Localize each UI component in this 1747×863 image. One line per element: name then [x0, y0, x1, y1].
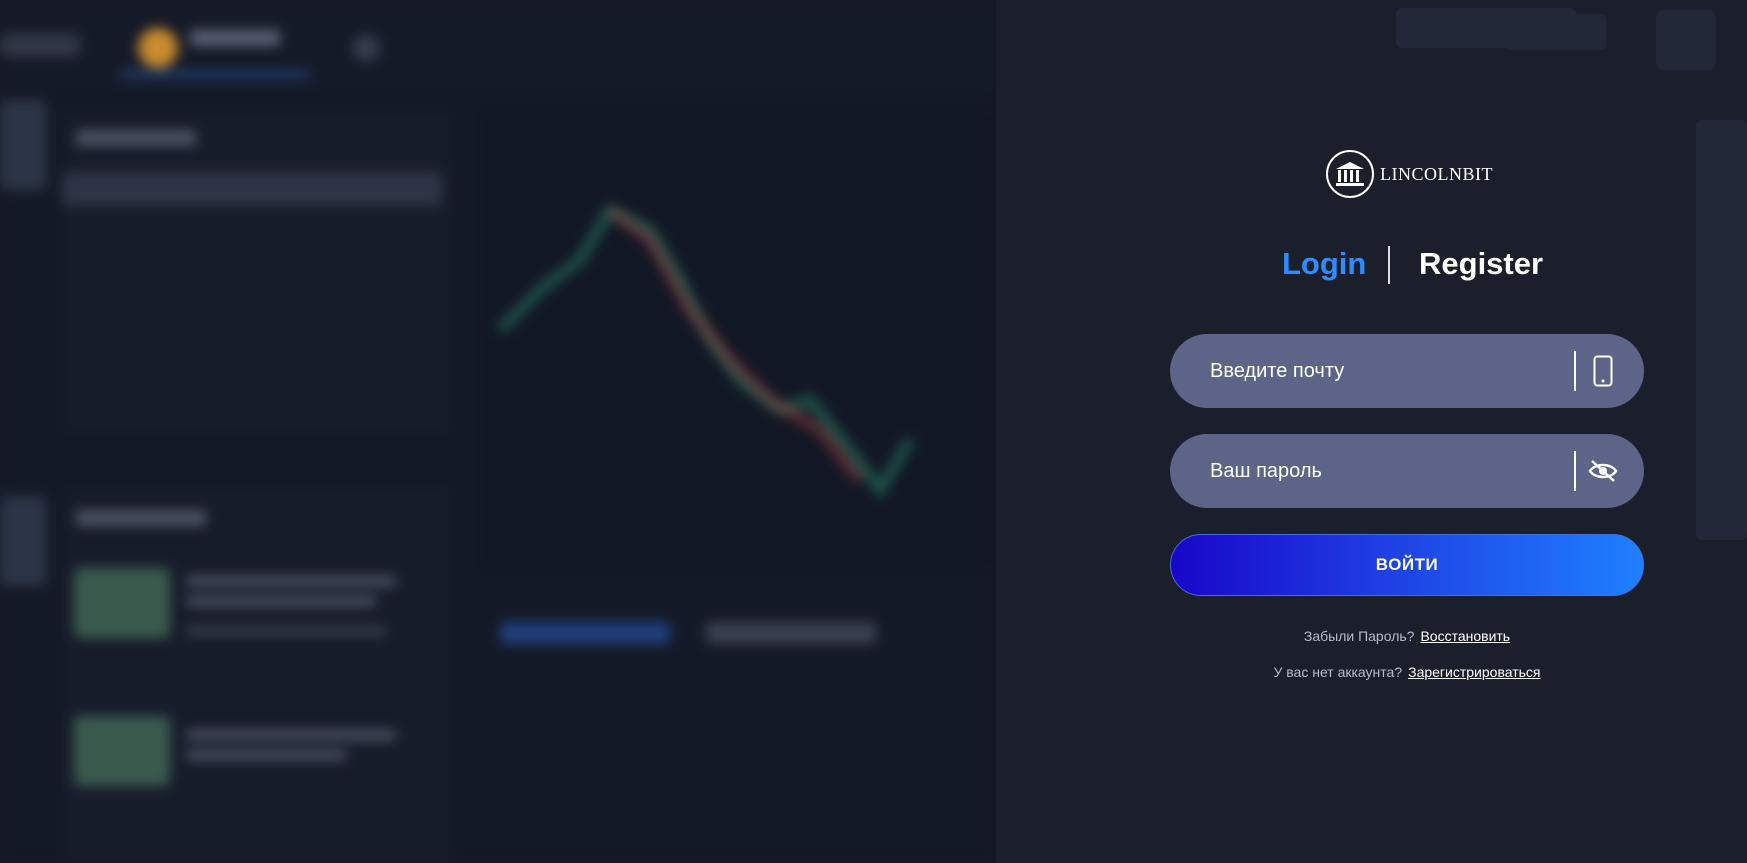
logo-text: LINCOLNBIT	[1380, 163, 1493, 184]
logo: LINCOLNBIT	[1326, 150, 1493, 198]
background-panel-title	[76, 510, 206, 526]
background-ghost-avatar	[1656, 10, 1716, 70]
background-chart	[480, 110, 1000, 570]
background-news-line	[186, 750, 346, 760]
tab-login[interactable]: Login	[1282, 246, 1366, 282]
phone-icon[interactable]	[1588, 355, 1618, 387]
background-home-link	[0, 34, 80, 56]
background-panel-news	[62, 490, 452, 863]
password-input[interactable]	[1170, 434, 1574, 508]
background-news-line	[186, 730, 396, 740]
background-news-image	[74, 568, 170, 638]
background-gear-icon	[352, 34, 380, 62]
background-tab	[706, 622, 876, 644]
email-field	[1170, 334, 1644, 408]
background-sidebar-block	[0, 100, 46, 190]
background-ghost-panel	[1696, 120, 1747, 540]
background-sidebar-block	[0, 496, 46, 586]
background-panel-market	[62, 110, 452, 430]
login-form: LINCOLNBIT Login Register Введите почту …	[1170, 0, 1644, 863]
background-panel-title	[76, 130, 196, 146]
background-news-line	[186, 626, 386, 636]
email-input[interactable]	[1170, 334, 1574, 408]
register-link[interactable]: Зарегистрироваться	[1408, 664, 1540, 680]
background-news-line	[186, 596, 376, 606]
background-search	[62, 172, 442, 206]
tab-separator	[1388, 246, 1390, 284]
field-divider	[1574, 351, 1576, 391]
background-coin-icon	[138, 28, 178, 68]
background-coin-underline	[120, 72, 310, 76]
background-news-line	[186, 576, 396, 586]
bank-building-icon	[1326, 150, 1374, 198]
no-account-text: У вас нет аккаунта?	[1273, 664, 1403, 680]
background-candles	[496, 203, 915, 499]
auth-tabs: Login Register	[1170, 246, 1644, 286]
background-news-image	[74, 716, 170, 786]
login-screen: LINCOLNBIT Login Register Введите почту …	[0, 0, 1747, 863]
blurred-trading-background	[0, 0, 1000, 863]
eye-off-icon[interactable]	[1588, 456, 1618, 486]
restore-link[interactable]: Восстановить	[1420, 628, 1510, 644]
background-tab-active	[500, 622, 670, 644]
forgot-password-row: Забыли Пароль? Восстановить	[1170, 628, 1644, 644]
background-coin-label	[190, 30, 280, 46]
forgot-password-text: Забыли Пароль?	[1303, 628, 1415, 644]
no-account-row: У вас нет аккаунта? Зарегистрироваться	[1170, 664, 1644, 680]
password-field	[1170, 434, 1644, 508]
login-button[interactable]: ВОЙТИ	[1170, 534, 1644, 596]
tab-register[interactable]: Register	[1419, 246, 1543, 282]
field-divider	[1574, 451, 1576, 491]
